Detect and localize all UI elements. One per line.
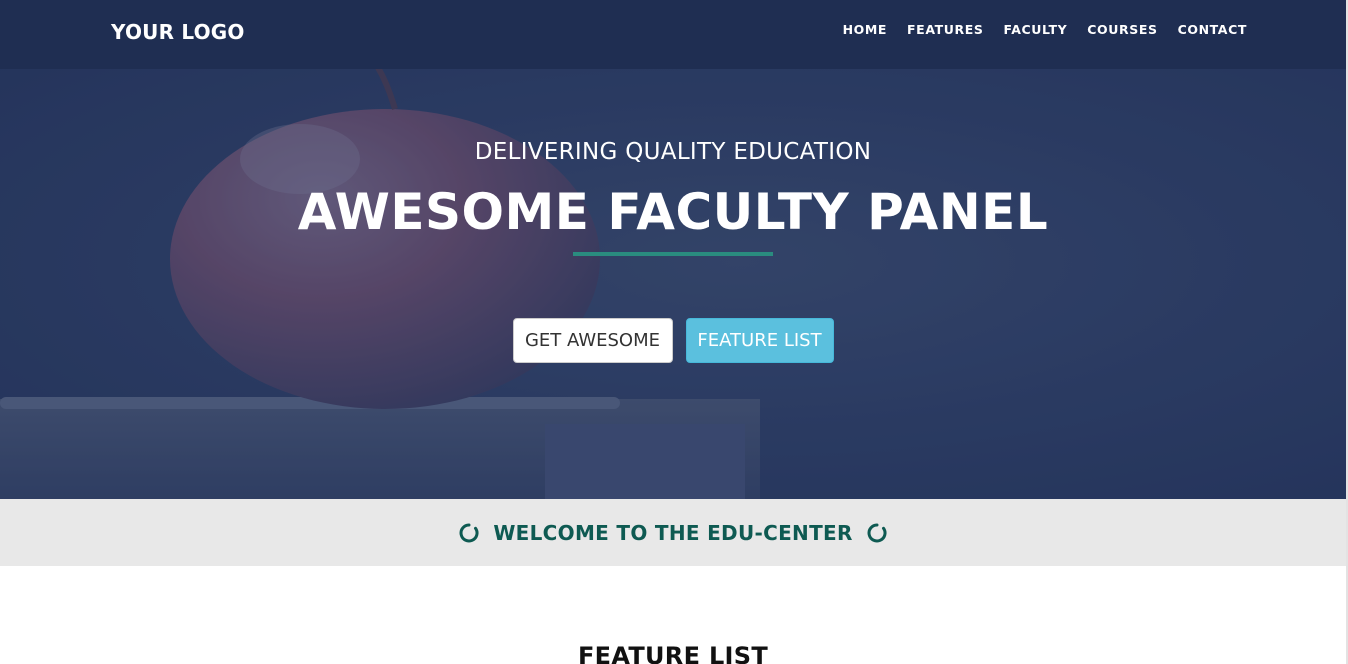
nav-item-faculty[interactable]: FACULTY: [1003, 22, 1067, 37]
feature-list-button[interactable]: FEATURE LIST: [685, 318, 834, 363]
feature-section: FEATURE LIST: [0, 566, 1346, 664]
get-awesome-button[interactable]: GET AWESOME: [512, 318, 673, 363]
navbar: YOUR LOGO HOME FEATURES FACULTY COURSES …: [0, 0, 1346, 69]
page: YOUR LOGO HOME FEATURES FACULTY COURSES …: [0, 0, 1346, 664]
hero-button-group: GET AWESOME FEATURE LIST: [0, 318, 1346, 363]
nav-item-features[interactable]: FEATURES: [907, 22, 983, 37]
welcome-text: WELCOME TO THE EDU-CENTER: [493, 520, 853, 545]
nav-item-contact[interactable]: CONTACT: [1178, 22, 1247, 37]
welcome-band: WELCOME TO THE EDU-CENTER: [0, 499, 1346, 566]
hero-subtitle: DELIVERING QUALITY EDUCATION: [474, 139, 872, 165]
nav-item-home[interactable]: HOME: [843, 22, 887, 37]
main-nav: HOME FEATURES FACULTY COURSES CONTACT: [843, 22, 1247, 37]
hero-title: AWESOME FACULTY PANEL: [297, 183, 1049, 241]
feature-section-title: FEATURE LIST: [577, 642, 769, 664]
circle-notch-icon: [459, 523, 479, 542]
nav-item-courses[interactable]: COURSES: [1087, 22, 1157, 37]
circle-notch-icon: [867, 523, 887, 542]
hero-banner: DELIVERING QUALITY EDUCATION AWESOME FAC…: [0, 69, 1346, 499]
hero-accent-divider: [573, 252, 773, 256]
logo[interactable]: YOUR LOGO: [111, 20, 245, 44]
hero-overlay: [0, 69, 1346, 499]
